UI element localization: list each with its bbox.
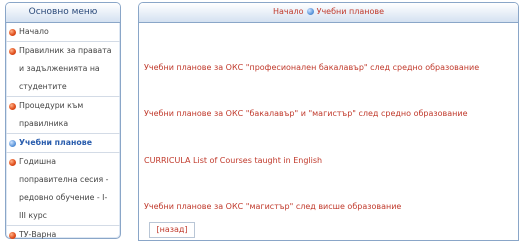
menu-item-annual-session-cont[interactable]: поправителна сесия - <box>6 171 120 189</box>
active-bullet-icon <box>9 140 16 147</box>
link-curricula-english[interactable]: CURRICULA List of Courses taught in Engl… <box>144 156 322 165</box>
menu-item-procedures-cont[interactable]: правилника <box>6 115 120 134</box>
bullet-icon <box>9 232 16 239</box>
menu-item-student-rules-cont2[interactable]: студентите <box>6 78 120 97</box>
main-menu: Основно меню Начало Правилник за правата… <box>5 2 121 239</box>
menu-item-student-rules-cont[interactable]: и задълженията на <box>6 60 120 78</box>
main-menu-title: Основно меню <box>6 3 120 23</box>
bullet-icon <box>9 29 16 36</box>
breadcrumb-home[interactable]: Начало <box>273 7 304 16</box>
content-panel: Начало Учебни планове Учебни планове за О… <box>138 2 519 241</box>
breadcrumb-separator-icon <box>306 8 314 15</box>
link-prof-bachelor[interactable]: Учебни планове за ОКС "професионален бак… <box>144 63 479 72</box>
menu-item-procedures[interactable]: Процедури към <box>6 97 120 115</box>
menu-item-home[interactable]: Начало <box>6 23 120 42</box>
menu-item-annual-session[interactable]: Годишна <box>6 153 120 171</box>
bullet-icon <box>9 159 16 166</box>
breadcrumb: Начало Учебни планове <box>139 3 518 23</box>
menu-item-annual-session-cont2[interactable]: редовно обучение - I- <box>6 189 120 207</box>
link-master-after-higher[interactable]: Учебни планове за ОКС "магистър" след ви… <box>144 202 401 211</box>
bullet-icon <box>9 48 16 55</box>
menu-item-annual-session-cont3[interactable]: III курс <box>6 207 120 226</box>
link-bachelor-master[interactable]: Учебни планове за ОКС "бакалавър" и "маг… <box>144 109 468 118</box>
menu-item-curricula[interactable]: Учебни планове <box>6 134 120 153</box>
back-button[interactable]: [назад] <box>149 222 195 238</box>
breadcrumb-current: Учебни планове <box>316 7 384 16</box>
menu-list: Начало Правилник за правата и задължения… <box>6 23 120 244</box>
menu-item-student-rules[interactable]: Правилник за правата <box>6 42 120 60</box>
bullet-icon <box>9 103 16 110</box>
menu-item-tu-varna[interactable]: ТУ-Варна <box>6 226 120 244</box>
